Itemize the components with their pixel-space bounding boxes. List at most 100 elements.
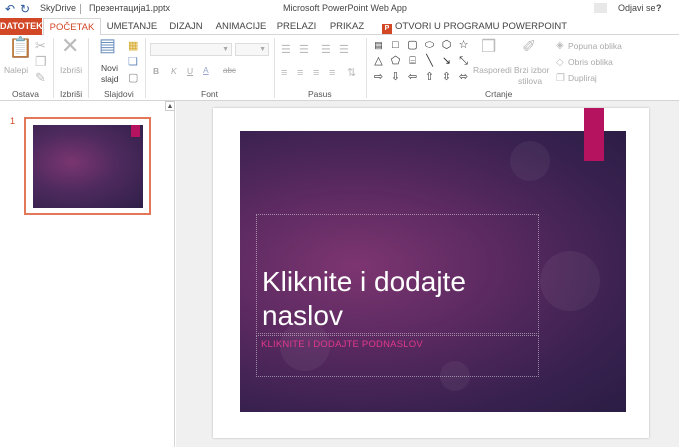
bokeh-light xyxy=(510,141,550,181)
oval-shape-icon[interactable]: ⬭ xyxy=(424,40,435,51)
numbering-icon[interactable]: ☰ xyxy=(299,43,309,57)
tab-animations[interactable]: ANIMACIJE xyxy=(213,18,269,35)
group-separator xyxy=(366,38,367,98)
rectangle-shape-icon[interactable]: □ xyxy=(390,40,401,51)
duplicate-slide-icon[interactable]: ❏ xyxy=(128,55,138,69)
justify-icon[interactable]: ≡ xyxy=(329,66,335,80)
layout-icon[interactable]: ▦ xyxy=(128,39,138,53)
title-separator xyxy=(80,4,81,14)
bullets-icon[interactable]: ☰ xyxy=(281,43,291,57)
new-slide-icon: ▤ xyxy=(99,35,117,55)
cube-shape-icon[interactable]: ⬠ xyxy=(390,56,401,67)
drawing-group-label: Crtanje xyxy=(485,89,513,99)
cut-icon[interactable]: ✂ xyxy=(35,39,46,53)
hide-slide-icon[interactable]: ▢ xyxy=(128,71,138,85)
underline-button[interactable]: U xyxy=(187,66,193,76)
align-center-icon[interactable]: ≡ xyxy=(297,66,303,80)
open-in-powerpoint-label: OTVORI U PROGRAMU POWERPOINT xyxy=(395,21,568,32)
title-bar: ↶ ↻ SkyDrive Презентација1.pptx Microsof… xyxy=(0,0,679,18)
tab-design[interactable]: DIZAJN xyxy=(164,18,208,35)
left-arrow-shape-icon[interactable]: ⇦ xyxy=(407,72,418,83)
delete-button[interactable]: Izbriši xyxy=(60,65,82,75)
group-separator xyxy=(274,38,275,98)
delete-group-label: Izbriši xyxy=(60,89,83,99)
bold-button[interactable]: B xyxy=(153,66,159,76)
hexagon-shape-icon[interactable]: ⬡ xyxy=(441,40,452,51)
italic-button[interactable]: K xyxy=(171,66,177,76)
ribbon: 📋 Nalepi ✂ ❐ ✎ Ostava ✕ Izbriši Izbriši … xyxy=(0,35,679,101)
thumbnail-number: 1 xyxy=(10,116,16,126)
strikethrough-button[interactable]: abc xyxy=(223,66,236,75)
slide-bookmark-ribbon xyxy=(584,108,604,161)
app-title: Microsoft PowerPoint Web App xyxy=(283,3,407,13)
group-separator xyxy=(145,38,146,98)
shape-fill-icon: ◈ xyxy=(556,40,564,51)
font-group-label: Font xyxy=(201,89,219,99)
scroll-up-button[interactable]: ▲ xyxy=(165,101,175,111)
new-slide-button-line2[interactable]: slajd xyxy=(101,74,118,84)
slide-subtitle[interactable]: KLIKNITE I DODAJTE PODNASLOV xyxy=(261,339,423,350)
file-name: Презентација1.pptx xyxy=(89,3,171,13)
ribbon-tabs: DATOTEKA POČETAK UMETANJE DIZAJN ANIMACI… xyxy=(0,18,679,36)
font-color-button[interactable]: A xyxy=(203,65,209,75)
duplicate-icon: ❐ xyxy=(556,73,565,84)
align-right-icon[interactable]: ≡ xyxy=(313,66,319,80)
format-painter-icon[interactable]: ✎ xyxy=(35,71,46,85)
up-arrow-shape-icon[interactable]: ⇧ xyxy=(424,72,435,83)
shape-outline-icon: ◇ xyxy=(556,57,564,68)
tab-transitions[interactable]: PRELAZI xyxy=(274,18,319,35)
user-avatar[interactable] xyxy=(594,3,607,13)
slides-group-label: Slajdovi xyxy=(104,89,134,99)
help-icon[interactable]: ? xyxy=(656,3,662,13)
slide-title[interactable]: Kliknite i dodajte naslov xyxy=(262,265,532,333)
right-arrow-shape-icon[interactable]: ⇨ xyxy=(373,72,384,83)
quick-styles-icon: ✐ xyxy=(522,37,537,56)
shape-fill-button[interactable]: Popuna oblika xyxy=(568,41,622,51)
quick-styles-button-line1[interactable]: Brzi izbor xyxy=(514,65,549,75)
decrease-indent-icon[interactable]: ☰ xyxy=(321,43,331,57)
delete-icon: ✕ xyxy=(61,33,80,58)
font-size-combo[interactable]: ▼ xyxy=(235,43,269,56)
slide-thumbnail-preview xyxy=(33,125,143,208)
arrange-button[interactable]: Rasporedi xyxy=(473,65,512,75)
copy-icon[interactable]: ❐ xyxy=(35,55,47,69)
new-slide-button-line1[interactable]: Novi xyxy=(101,63,118,73)
shape-outline-button[interactable]: Obris oblika xyxy=(568,57,613,67)
arrow-line-shape-icon[interactable]: ↘ xyxy=(441,56,452,67)
text-direction-icon[interactable]: ⇅ xyxy=(347,66,356,80)
paste-button[interactable]: Nalepi xyxy=(4,65,28,75)
tab-insert[interactable]: UMETANJE xyxy=(106,18,158,35)
skydrive-link[interactable]: SkyDrive xyxy=(40,3,76,13)
text-box-shape-icon[interactable]: ▤ xyxy=(373,40,384,51)
tab-open-in-powerpoint[interactable]: P OTVORI U PROGRAMU POWERPOINT xyxy=(382,18,567,35)
undo-icon[interactable]: ↶ xyxy=(5,2,15,16)
bokeh-light xyxy=(540,251,600,311)
arrange-icon: ❒ xyxy=(481,37,497,56)
thumbnail-bookmark xyxy=(131,125,140,137)
left-right-arrow-shape-icon[interactable]: ⬄ xyxy=(458,72,469,83)
sign-out-link[interactable]: Odjavi se xyxy=(618,3,656,13)
down-arrow-shape-icon[interactable]: ⇩ xyxy=(390,72,401,83)
star-shape-icon[interactable]: ☆ xyxy=(458,40,469,51)
cylinder-shape-icon[interactable]: ⌸ xyxy=(407,56,418,67)
triangle-shape-icon[interactable]: △ xyxy=(373,56,384,67)
clipboard-group-label: Ostava xyxy=(12,89,39,99)
tab-file[interactable]: DATOTEKA xyxy=(0,18,49,35)
rounded-rectangle-shape-icon[interactable]: ▢ xyxy=(407,40,418,51)
align-left-icon[interactable]: ≡ xyxy=(281,66,287,80)
font-name-combo[interactable]: ▼ xyxy=(150,43,232,56)
increase-indent-icon[interactable]: ☰ xyxy=(339,43,349,57)
double-arrow-line-shape-icon[interactable]: ⤡ xyxy=(458,56,469,67)
quick-styles-button-line2[interactable]: stilova xyxy=(518,76,542,86)
redo-icon[interactable]: ↻ xyxy=(20,2,30,16)
powerpoint-web-app: ↶ ↻ SkyDrive Презентација1.pptx Microsof… xyxy=(0,0,679,447)
chevron-down-icon: ▼ xyxy=(259,46,266,53)
paragraph-group-label: Pasus xyxy=(308,89,332,99)
duplicate-button[interactable]: Dupliraj xyxy=(568,73,597,83)
chevron-down-icon: ▼ xyxy=(222,46,229,53)
tab-view[interactable]: PRIKAZ xyxy=(325,18,369,35)
powerpoint-icon: P xyxy=(382,24,392,34)
group-separator xyxy=(88,38,89,98)
up-down-arrow-shape-icon[interactable]: ⇳ xyxy=(441,72,452,83)
line-shape-icon[interactable]: ╲ xyxy=(424,56,435,67)
